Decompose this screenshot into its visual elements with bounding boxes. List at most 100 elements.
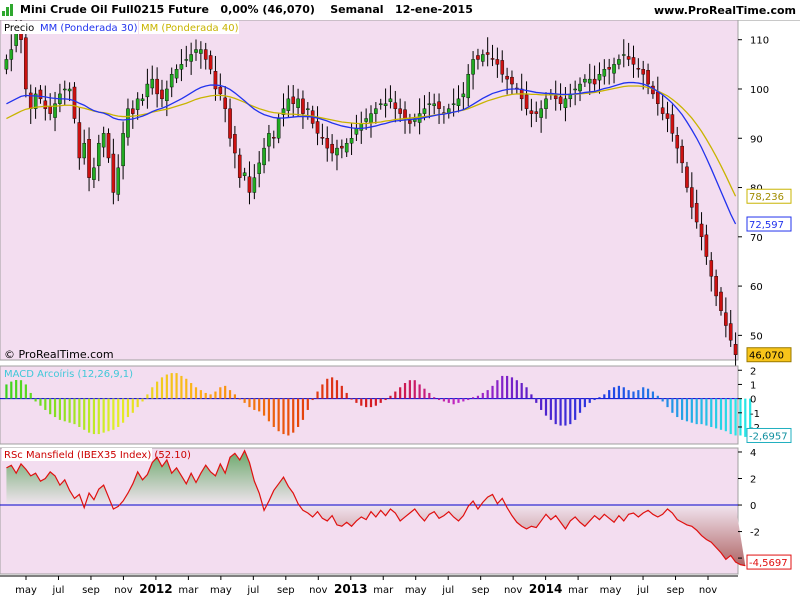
macd-bar (39, 398, 42, 406)
macd-bar (49, 398, 52, 415)
candle-body (719, 291, 723, 311)
macd-bar (462, 398, 465, 402)
macd-bar (326, 378, 329, 399)
candle-body (237, 154, 242, 178)
candle-body (189, 54, 193, 62)
candle-body (121, 133, 125, 167)
macd-bar (403, 383, 407, 399)
candle-body (714, 276, 718, 297)
candle-body (262, 147, 266, 166)
macd-bar (165, 374, 168, 399)
macd-bar (729, 398, 732, 435)
site-url[interactable]: www.ProRealTime.com (654, 4, 796, 17)
price-change: 0,00% (46,070) (220, 3, 315, 16)
candle-body (612, 64, 616, 74)
macd-bar (418, 384, 421, 399)
macd-bar (525, 387, 528, 399)
candle-body (544, 98, 548, 109)
macd-bar (301, 398, 305, 420)
candle-body (291, 96, 296, 104)
macd-bar (151, 387, 154, 399)
candle-body (199, 49, 203, 54)
candle-body (694, 203, 699, 223)
instrument-name: Mini Crude Oil Full0215 Future (20, 3, 209, 16)
x-tick-label: nov (699, 585, 717, 596)
x-tick-label: sep (82, 585, 100, 596)
macd-bar (87, 398, 91, 433)
macd-bar (379, 398, 382, 403)
rsc-y-tick-label: 0 (750, 501, 756, 512)
chart-logo-icon (2, 3, 15, 16)
candle-body (621, 54, 626, 56)
chart-area[interactable]: 110100908070605078,23672,59746,070Precio… (0, 20, 800, 600)
candle-body (48, 106, 52, 114)
macd-bar (316, 391, 319, 399)
candle-body (228, 108, 232, 139)
macd-bar (622, 387, 625, 399)
chart-date: 12-ene-2015 (395, 3, 473, 16)
x-tick-label: jul (441, 585, 454, 596)
candle-body (602, 69, 607, 77)
price-y-tick-label: 90 (750, 134, 763, 145)
macd-bar (442, 398, 446, 402)
macd-bar (617, 385, 621, 399)
candle-body (432, 103, 436, 106)
candle-body (393, 102, 398, 109)
candle-body (67, 88, 72, 92)
macd-bar (63, 398, 66, 422)
candle-body (451, 103, 456, 105)
candle-body (655, 91, 660, 104)
macd-bar (457, 398, 460, 403)
macd-bar (136, 398, 139, 408)
candle-body (427, 103, 432, 105)
macd-bar (224, 385, 227, 399)
macd-bar (413, 380, 416, 399)
macd-bar (355, 398, 358, 403)
x-tick-label: may (405, 585, 427, 596)
candle-body (315, 121, 320, 134)
candle-body (140, 98, 145, 102)
macd-y-tick-label: 2 (750, 366, 756, 377)
candle-body (597, 74, 602, 81)
rsc-y-tick-label: -2 (750, 528, 760, 539)
macd-bar (680, 398, 684, 420)
macd-bar (734, 398, 737, 436)
x-tick-label: nov (114, 585, 132, 596)
candle-body (699, 223, 704, 238)
candle-body (145, 83, 150, 98)
macd-bar (491, 385, 494, 399)
candle-body (87, 139, 91, 178)
candle-body (247, 176, 252, 193)
candle-body (670, 114, 675, 134)
macd-bar (306, 398, 309, 410)
macd-bar (739, 398, 742, 436)
candle-body (233, 134, 237, 154)
macd-bar (471, 397, 475, 399)
macd-bar (428, 392, 431, 399)
candle-body (335, 147, 339, 156)
candle-body (306, 108, 310, 110)
macd-bar (170, 373, 173, 399)
macd-bar (530, 394, 533, 399)
candle-body (82, 142, 87, 159)
macd-bar (399, 387, 402, 399)
timeframe: Semanal (330, 3, 384, 16)
macd-bar (331, 377, 334, 399)
macd-bar (258, 398, 261, 412)
candle-body (690, 187, 694, 208)
candle-body (169, 74, 174, 88)
candle-body (374, 108, 378, 114)
candle-body (203, 49, 208, 60)
candle-body (359, 123, 364, 131)
candle-body (437, 101, 441, 109)
candle-body (165, 88, 169, 102)
macd-bar (719, 398, 723, 430)
macd-bar (384, 398, 387, 401)
candle-body (461, 93, 466, 98)
price-y-tick-label: 60 (750, 282, 763, 293)
candle-body (534, 111, 539, 114)
candle-body (135, 98, 140, 110)
x-tick-label: 2013 (334, 582, 367, 596)
candle-body (340, 145, 344, 149)
candle-body (587, 78, 592, 84)
